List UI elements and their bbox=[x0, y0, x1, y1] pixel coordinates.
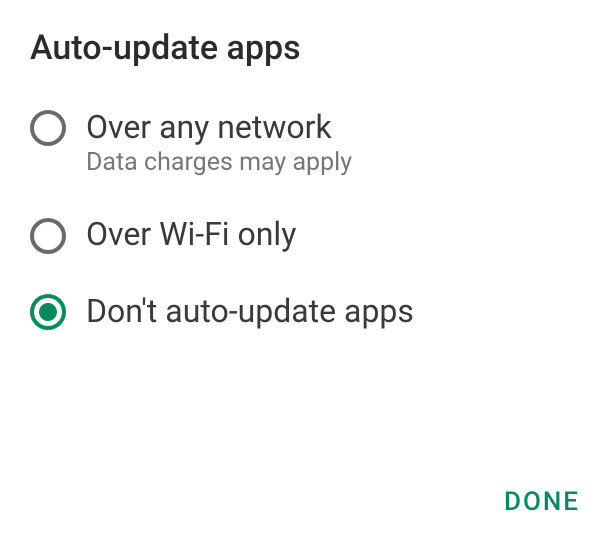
radio-icon bbox=[30, 218, 66, 254]
radio-sublabel: Data charges may apply bbox=[86, 148, 352, 177]
done-button[interactable]: DONE bbox=[504, 487, 580, 517]
radio-label: Don't auto-update apps bbox=[86, 292, 414, 330]
radio-texts: Over any network Data charges may apply bbox=[86, 108, 352, 177]
radio-label: Over any network bbox=[86, 108, 352, 146]
radio-texts: Over Wi-Fi only bbox=[86, 215, 296, 253]
radio-option-any-network[interactable]: Over any network Data charges may apply bbox=[30, 108, 580, 177]
dialog-title: Auto-update apps bbox=[30, 28, 580, 68]
radio-icon bbox=[30, 294, 66, 330]
radio-texts: Don't auto-update apps bbox=[86, 292, 414, 330]
radio-option-dont-update[interactable]: Don't auto-update apps bbox=[30, 292, 580, 330]
radio-icon bbox=[30, 110, 66, 146]
radio-group: Over any network Data charges may apply … bbox=[30, 108, 580, 330]
radio-option-wifi-only[interactable]: Over Wi-Fi only bbox=[30, 215, 580, 253]
radio-label: Over Wi-Fi only bbox=[86, 215, 296, 253]
